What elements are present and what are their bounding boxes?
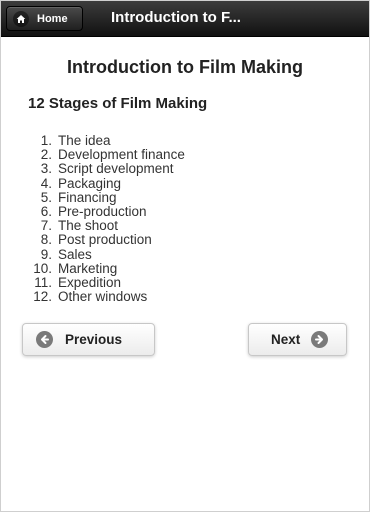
list-item-label: Sales [58,246,92,262]
list-item: 1. The idea [24,133,185,148]
list-item-label: Pre-production [58,204,147,220]
list-item: 4. Packaging [24,175,185,191]
home-button-label: Home [37,12,68,25]
list-item-number: 5. [40,189,52,205]
list-item-number: 3. [40,161,52,177]
list-item-label: The idea [58,133,111,148]
list-item-label: Other windows [58,289,148,305]
next-button[interactable]: Next [248,323,347,356]
header-bar: Home Introduction to F... [1,1,369,37]
app-screen: Home Introduction to F... Introduction t… [0,0,370,512]
list-item-number: 6. [40,204,52,220]
list-item-number: 1. [40,133,52,148]
list-item-label: Script development [58,161,174,177]
previous-button[interactable]: Previous [22,323,155,356]
list-item: 10. Marketing [24,260,185,276]
list-item: 3. Script development [24,162,185,176]
list-item: 9. Sales [24,246,185,262]
list-item: 7. The shoot [24,219,185,233]
list-item-label: The shoot [58,218,119,234]
list-item: 6. Pre-production [24,204,185,220]
list-item-number: 4. [40,175,52,191]
list-item-label: Development finance [58,147,185,163]
header-title: Introduction to F... [111,9,241,26]
list-item-label: Marketing [58,260,118,276]
next-button-label: Next [271,332,301,347]
list-item-number: 9. [40,246,52,262]
home-icon [13,10,29,27]
list-item-label: Financing [58,189,117,205]
list-item-label: Post production [58,232,152,248]
arrow-left-circle-icon [36,331,53,348]
list-item-number: 12. [33,289,52,305]
list-item-number: 10. [33,260,52,276]
section-title: 12 Stages of Film Making [28,95,208,112]
list-item: 5. Financing [24,189,185,205]
list-item: 2. Development finance [24,148,185,162]
home-button[interactable]: Home [6,6,83,31]
list-item-number: 2. [40,147,52,163]
stages-list: 1. The idea 2. Development finance 3. Scrip… [24,133,185,304]
list-item-label: Expedition [58,275,122,291]
list-item-number: 7. [40,218,52,234]
list-item: 8. Post production [24,233,185,247]
list-item-number: 8. [40,232,52,248]
page-title: Introduction to Film Making [67,57,303,77]
arrow-right-circle-icon [311,331,329,348]
list-item: 11. Expedition [24,275,185,291]
list-item-label: Packaging [58,175,122,191]
previous-button-label: Previous [65,332,123,347]
list-item: 12. Other windows [24,290,185,304]
list-item-number: 11. [34,275,52,291]
